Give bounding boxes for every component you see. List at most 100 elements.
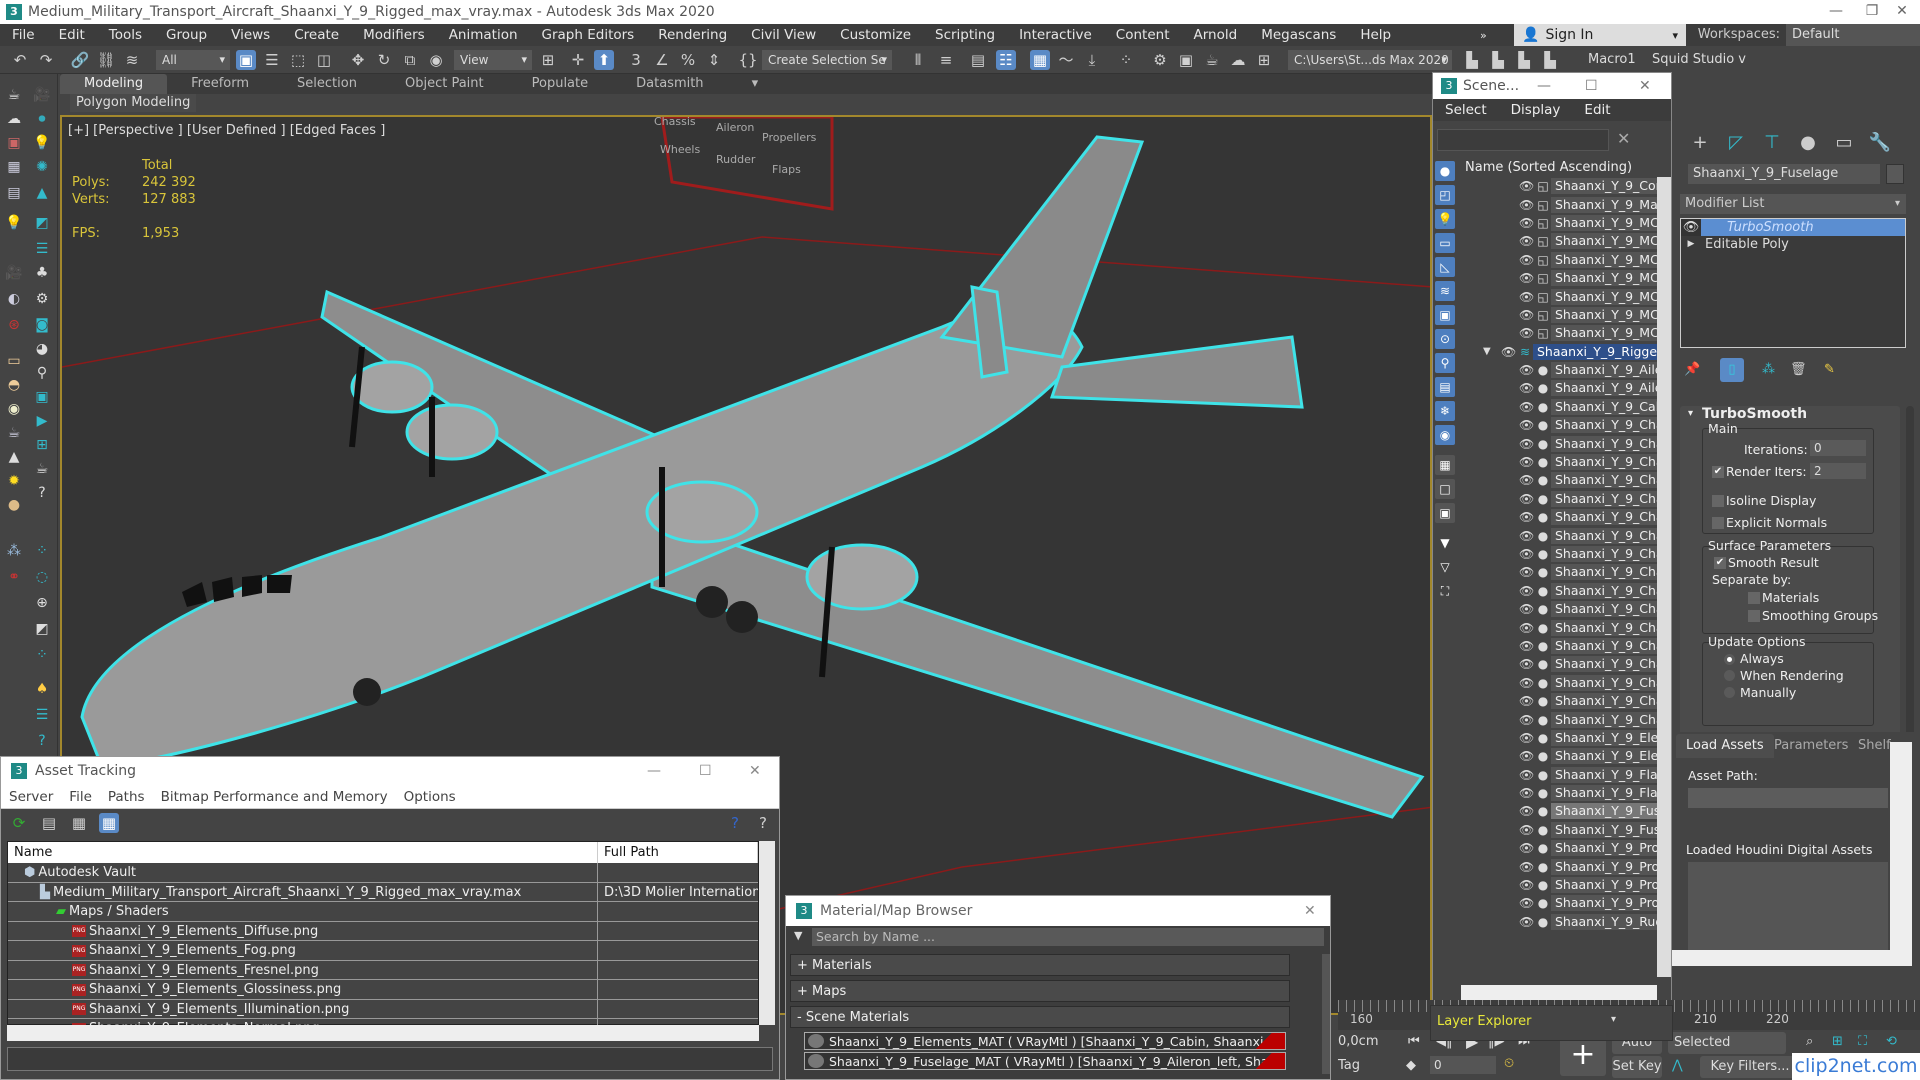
window-crossing-icon[interactable]: ◫ [314,50,334,70]
orbit-icon[interactable]: ⟲ [1886,1034,1897,1049]
pin-stack-icon[interactable]: 📌 [1684,362,1700,377]
asset-row[interactable]: ▰ Maps / Shaders [8,902,758,922]
filter-frozen-icon[interactable]: ❄ [1435,401,1455,421]
visibility-eye-icon[interactable]: 👁 [1519,584,1535,598]
invert-display-icon[interactable]: ▣ [1435,503,1455,523]
rendered-frame-window-icon[interactable]: ▣ [1176,50,1196,70]
key-mode-dropdown[interactable]: Selected [1668,1032,1786,1054]
scene-object-row[interactable]: 👁●Shaanxi_Y_9_Chass [1461,526,1657,544]
visibility-eye-icon[interactable]: 👁 [1519,878,1535,892]
menu-create[interactable]: Create [282,27,351,43]
engine-left-outer[interactable] [350,360,434,414]
rig-wheels[interactable]: Wheels [660,139,700,161]
layer-row[interactable]: ▼ 👁 ≋ Shaanxi_Y_9_Rigged [1461,343,1657,361]
light-list-icon[interactable]: 💡 [4,214,24,232]
project-folder-icon[interactable]: ▙ [1462,50,1482,70]
camera-icon[interactable]: 🎥 [32,86,52,104]
tree-view-icon[interactable]: ▦ [69,813,89,833]
scene-object-row[interactable]: 👁◱Shaanxi_Y_9_Main_ [1461,195,1657,213]
scene-object-row[interactable]: 👁●Shaanxi_Y_9_Prope [1461,876,1657,894]
spotlight-icon[interactable]: ▲ [32,184,52,202]
render-iters-checkbox[interactable]: ✔ [1712,466,1724,478]
scene-object-row[interactable]: 👁●Shaanxi_Y_9_Chass [1461,692,1657,710]
scene-object-row[interactable]: 👁●Shaanxi_Y_9_Chass [1461,637,1657,655]
menu-modifiers[interactable]: Modifiers [351,27,437,43]
isoline-display-checkbox[interactable] [1712,495,1724,507]
clear-search-icon[interactable]: ✕ [1617,129,1630,148]
rollout-title[interactable]: TurboSmooth [1702,406,1807,422]
scene-object-row[interactable]: 👁●Shaanxi_Y_9_Elevat [1461,729,1657,747]
notes-icon[interactable]: ☰ [32,706,52,724]
menu-customize[interactable]: Customize [828,27,923,43]
help2-icon[interactable]: ? [32,732,52,750]
vertical-stabilizer[interactable] [939,135,1145,359]
menu-overflow-button[interactable]: » [1468,29,1499,42]
visibility-eye-icon[interactable]: 👁 [1519,253,1535,267]
display-none-icon[interactable]: □ [1435,479,1455,499]
visibility-eye-icon[interactable]: 👁 [1519,657,1535,671]
rig-rudder[interactable]: Rudder [716,149,755,171]
toggle-scene-explorer-icon[interactable]: ▤ [968,50,988,70]
scene-object-row[interactable]: 👁◱Shaanxi_Y_9_MCtrl_ [1461,232,1657,250]
visibility-eye-icon[interactable]: 👁 [1519,639,1535,653]
filter-geometry-icon[interactable]: ● [1435,161,1455,181]
scene-object-row[interactable]: 👁●Shaanxi_Y_9_Chass [1461,618,1657,636]
command-panel-scrollbar[interactable] [1906,406,1914,776]
plane-light-icon[interactable]: ▭ [4,352,24,370]
filter-cameras-icon[interactable]: ▭ [1435,233,1455,253]
spinner-snap-icon[interactable]: ⇕ [704,50,724,70]
horizontal-stabilizer[interactable] [1049,335,1304,409]
mesh-light-icon[interactable]: ☕ [4,424,24,442]
visibility-eye-icon[interactable]: 👁 [1519,602,1535,616]
filter-bones-icon[interactable]: ⚲ [1435,353,1455,373]
filter-groups-icon[interactable]: ▣ [1435,305,1455,325]
molecule-icon[interactable]: ⚭ [4,568,24,586]
filter-helpers-icon[interactable]: ◺ [1435,257,1455,277]
scene-object-row[interactable]: 👁●Shaanxi_Y_9_Prope [1461,894,1657,912]
scene-object-row[interactable]: 👁●Shaanxi_Y_9_Elevat [1461,747,1657,765]
cloud-icon[interactable]: ☁ [4,110,24,128]
zoom-region-icon[interactable]: ⊕ [32,594,52,612]
key-tangent-icon[interactable]: ⋀ [1672,1058,1683,1073]
menu-arnold[interactable]: Arnold [1182,27,1250,43]
teapot-icon[interactable]: ☕ [4,86,24,104]
visibility-eye-icon[interactable]: 👁 [1519,326,1535,340]
align-icon[interactable]: ≡ [936,50,956,70]
render-in-cloud-icon[interactable]: ☁ [1228,50,1248,70]
rig-chassis[interactable]: Chassis [654,117,696,133]
menu-edit[interactable]: Edit [47,27,97,43]
render-production-icon[interactable]: ☕ [1202,50,1222,70]
visibility-eye-icon[interactable]: 👁 [1519,437,1535,451]
tab-parameters[interactable]: Parameters [1764,734,1858,758]
scene-object-row[interactable]: 👁●Shaanxi_Y_9_Prope [1461,839,1657,857]
current-frame-spinner[interactable]: 0 [1430,1056,1496,1074]
pivot-center-icon[interactable]: ⊞ [538,50,558,70]
visibility-eye-icon[interactable]: 👁 [1519,179,1535,193]
a360-gallery-icon[interactable]: ⊞ [1254,50,1274,70]
menu-display[interactable]: Display [1499,99,1573,121]
visibility-eye-icon[interactable]: 👁 [1519,694,1535,708]
visibility-eye-icon[interactable]: 👁 [1519,768,1535,782]
object-color-swatch[interactable] [1886,164,1904,184]
menu-group[interactable]: Group [154,27,219,43]
menu-graph-editors[interactable]: Graph Editors [530,27,647,43]
menu-options[interactable]: Options [396,785,464,808]
zoom-icon[interactable]: ⌕ [1806,1034,1813,1049]
remove-modifier-icon[interactable]: 🗑 [1790,362,1807,377]
engine-right-outer[interactable] [805,543,919,611]
scene-object-row[interactable]: 👁●Shaanxi_Y_9_Chass [1461,563,1657,581]
ies-light-icon[interactable]: ▲ [4,448,24,466]
visibility-eye-icon[interactable]: 👁 [1519,749,1535,763]
list-icon[interactable]: ☰ [32,240,52,258]
visibility-eye-icon[interactable]: 👁 [1519,216,1535,230]
expand-arrow-icon[interactable]: ▼ [1483,346,1497,357]
render-window-icon[interactable]: ▣ [4,134,24,152]
filter-funnel2-icon[interactable]: ▽ [1435,557,1455,577]
tab-selection[interactable]: Selection [273,74,381,94]
layer-explorer-selector[interactable]: Layer Explorer ▾ [1430,1005,1673,1041]
set-key-button[interactable]: Set Key [1612,1056,1662,1078]
rotate-icon[interactable]: ↻ [374,50,394,70]
tab-object-paint[interactable]: Object Paint [381,74,508,94]
menu-interactive[interactable]: Interactive [1007,27,1104,43]
tab-load-assets[interactable]: Load Assets [1676,734,1774,758]
